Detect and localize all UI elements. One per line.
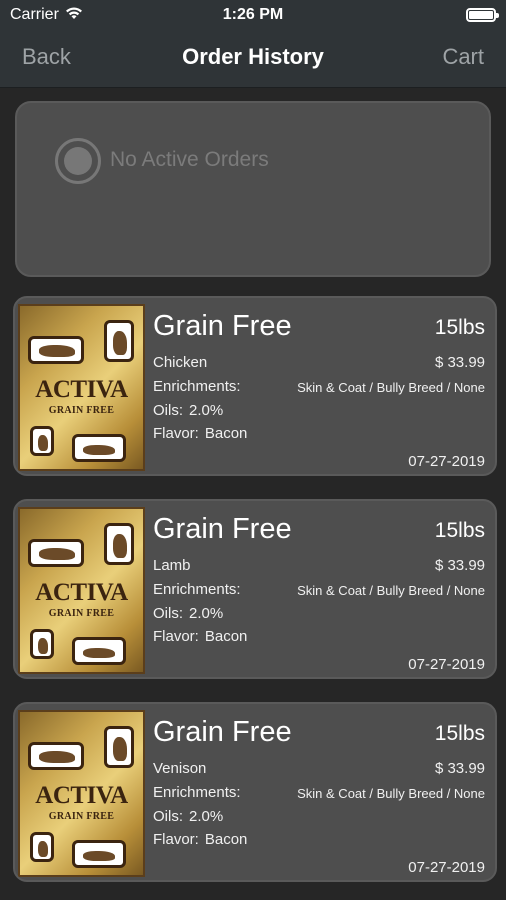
enrichments-value: Skin & Coat / Bully Breed / None <box>297 786 485 801</box>
oils-row: Oils: 2.0% <box>153 402 223 419</box>
product-name: Grain Free <box>153 716 292 748</box>
product-brand-sub: GRAIN FREE <box>48 405 115 416</box>
battery-icon <box>466 8 499 22</box>
product-protein: Lamb <box>153 557 191 574</box>
product-brand-sub: GRAIN FREE <box>48 811 115 822</box>
oils-label: Oils: <box>153 402 183 419</box>
navigation-bar: Back Order History Cart <box>0 30 506 88</box>
enrichments-value: Skin & Coat / Bully Breed / None <box>297 583 485 598</box>
oils-row: Oils: 2.0% <box>153 605 223 622</box>
flavor-label: Flavor: <box>153 628 199 645</box>
enrichments-label: Enrichments: <box>153 581 241 598</box>
wifi-icon <box>65 6 83 25</box>
oils-value: 2.0% <box>189 808 224 825</box>
product-price: $ 33.99 <box>434 354 485 371</box>
oils-value: 2.0% <box>189 605 224 622</box>
carrier-label: Carrier <box>10 6 59 23</box>
product-name: Grain Free <box>153 513 292 545</box>
page-title: Order History <box>182 44 324 69</box>
product-name: Grain Free <box>153 310 292 342</box>
product-price: $ 33.99 <box>434 557 485 574</box>
radio-icon <box>55 138 101 184</box>
flavor-label: Flavor: <box>153 425 199 442</box>
product-price: $ 33.99 <box>434 760 485 777</box>
active-orders-panel: No Active Orders <box>15 101 491 277</box>
no-active-orders-label: No Active Orders <box>110 148 269 171</box>
product-weight: 15lbs <box>434 316 485 339</box>
enrichments-value: Skin & Coat / Bully Breed / None <box>297 380 485 395</box>
product-weight: 15lbs <box>434 722 485 745</box>
product-image: ACTIVA GRAIN FREE <box>18 304 145 471</box>
order-card[interactable]: ACTIVA GRAIN FREE Grain Free 15lbs Chick… <box>13 296 497 476</box>
product-brand-logo: ACTIVA <box>35 376 128 403</box>
order-card[interactable]: ACTIVA GRAIN FREE Grain Free 15lbs Venis… <box>13 702 497 882</box>
flavor-value: Bacon <box>204 628 248 645</box>
product-image: ACTIVA GRAIN FREE <box>18 507 145 674</box>
flavor-row: Flavor: Bacon <box>153 628 247 645</box>
order-card[interactable]: ACTIVA GRAIN FREE Grain Free 15lbs Lamb … <box>13 499 497 679</box>
product-brand-logo: ACTIVA <box>35 579 128 606</box>
flavor-value: Bacon <box>204 425 248 442</box>
product-image: ACTIVA GRAIN FREE <box>18 710 145 877</box>
flavor-value: Bacon <box>204 831 248 848</box>
oils-value: 2.0% <box>189 402 224 419</box>
enrichments-label: Enrichments: <box>153 784 241 801</box>
status-bar: Carrier 1:26 PM <box>0 0 506 30</box>
oils-label: Oils: <box>153 605 183 622</box>
flavor-row: Flavor: Bacon <box>153 425 247 442</box>
product-brand-sub: GRAIN FREE <box>48 608 115 619</box>
oils-row: Oils: 2.0% <box>153 808 223 825</box>
flavor-label: Flavor: <box>153 831 199 848</box>
product-weight: 15lbs <box>434 519 485 542</box>
product-brand-logo: ACTIVA <box>35 782 128 809</box>
oils-label: Oils: <box>153 808 183 825</box>
product-protein: Chicken <box>153 354 208 371</box>
order-date: 07-27-2019 <box>408 453 485 470</box>
status-left: Carrier <box>10 6 83 25</box>
flavor-row: Flavor: Bacon <box>153 831 247 848</box>
enrichments-label: Enrichments: <box>153 378 241 395</box>
cart-button[interactable]: Cart <box>442 44 484 70</box>
order-date: 07-27-2019 <box>408 859 485 876</box>
product-protein: Venison <box>153 760 207 777</box>
order-date: 07-27-2019 <box>408 656 485 673</box>
